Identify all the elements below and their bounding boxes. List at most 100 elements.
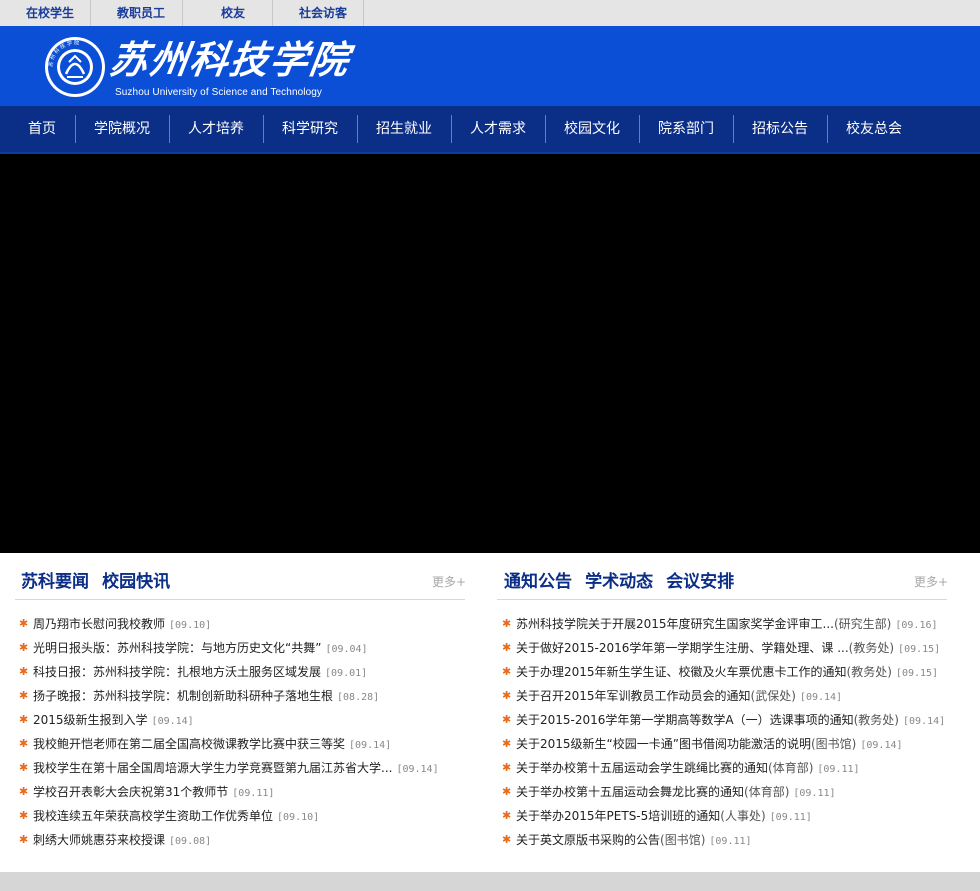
news-item[interactable]: ✱ 刺绣大师姚惠芬来校授课 [09.08] — [19, 828, 479, 852]
notice-item[interactable]: ✱ 关于举办2015年PETS-5培训班的通知(人事处) [09.11] — [502, 804, 972, 828]
footer-strip — [0, 872, 980, 891]
bullet-star-icon: ✱ — [19, 761, 29, 774]
nav-admissions[interactable]: 招生就业 — [376, 106, 432, 152]
notice-item[interactable]: ✱ 关于举办校第十五届运动会舞龙比赛的通知(体育部) [09.11] — [502, 780, 972, 804]
more-notices-link[interactable]: 更多+ — [914, 573, 948, 590]
nav-divider — [639, 115, 640, 143]
notice-item[interactable]: ✱ 关于举办校第十五届运动会学生跳绳比赛的通知(体育部) [09.11] — [502, 756, 972, 780]
top-link-students[interactable]: 在校学生 — [0, 0, 100, 26]
news-item[interactable]: ✱ 我校鲍开恺老师在第二届全国高校微课教学比赛中获三等奖 [09.14] — [19, 732, 479, 756]
notice-title: 苏州科技学院关于开展2015年度研究生国家奖学金评审工... — [516, 617, 834, 631]
tab-academic-events[interactable]: 学术动态 — [585, 567, 653, 592]
notice-item[interactable]: ✱ 苏州科技学院关于开展2015年度研究生国家奖学金评审工...(研究生部) [09… — [502, 612, 972, 636]
notice-title: 关于2015-2016学年第一学期高等数学A（一）选课事项的通知 — [516, 713, 854, 727]
top-link-staff[interactable]: 教职员工 — [91, 0, 191, 26]
nav-about[interactable]: 学院概况 — [94, 106, 150, 152]
news-date: [09.14] — [349, 740, 392, 751]
bullet-star-icon: ✱ — [19, 833, 29, 846]
news-date: [09.04] — [325, 644, 368, 655]
top-link-alumni[interactable]: 校友 — [183, 0, 283, 26]
nav-research[interactable]: 科学研究 — [282, 106, 338, 152]
notice-department: (体育部) — [768, 761, 814, 775]
notice-department: (教务处) — [846, 665, 892, 679]
nav-divider — [263, 115, 264, 143]
tab-meetings[interactable]: 会议安排 — [666, 567, 734, 592]
banner-slideshow[interactable] — [0, 154, 980, 553]
notice-title: 关于2015级新生“校园一卡通”图书借阅功能激活的说明 — [516, 737, 811, 751]
school-emblem-icon[interactable]: 苏州科技学院 — [44, 36, 106, 98]
news-item[interactable]: ✱ 我校连续五年荣获高校学生资助工作优秀单位 [09.10] — [19, 804, 479, 828]
nav-alumni-association[interactable]: 校友总会 — [846, 106, 902, 152]
news-date: [09.08] — [169, 836, 212, 847]
news-title: 刺绣大师姚惠芬来校授课 — [33, 833, 166, 847]
nav-divider — [545, 115, 546, 143]
news-date: [09.14] — [151, 716, 194, 727]
more-news-link[interactable]: 更多+ — [432, 573, 466, 590]
notice-item[interactable]: ✱ 关于2015级新生“校园一卡通”图书借阅功能激活的说明(图书馆) [09.14] — [502, 732, 972, 756]
notice-date: [09.14] — [799, 692, 843, 703]
nav-campus-culture[interactable]: 校园文化 — [564, 106, 620, 152]
notice-item[interactable]: ✱ 关于英文原版书采购的公告(图书馆) [09.11] — [502, 828, 972, 852]
notice-date: [09.15] — [898, 644, 941, 655]
bullet-star-icon: ✱ — [502, 761, 512, 774]
nav-tenders[interactable]: 招标公告 — [752, 106, 808, 152]
news-title: 学校召开表彰大会庆祝第31个教师节 — [33, 785, 229, 799]
nav-home[interactable]: 首页 — [28, 106, 56, 152]
top-link-divider — [363, 0, 364, 26]
news-date: [09.01] — [325, 668, 368, 679]
notice-date: [09.11] — [769, 812, 812, 823]
notice-department: (教务处) — [853, 713, 899, 727]
news-date: [09.14] — [396, 764, 439, 775]
notice-item[interactable]: ✱ 关于做好2015-2016学年第一学期学生注册、学籍处理、课 ...(教务处)… — [502, 636, 972, 660]
school-name-cn[interactable]: 苏州科技学院 — [107, 37, 353, 82]
bullet-star-icon: ✱ — [502, 785, 512, 798]
bullet-star-icon: ✱ — [19, 689, 29, 702]
notice-date: [09.11] — [709, 836, 752, 847]
panel-divider — [15, 599, 465, 600]
news-item[interactable]: ✱ 光明日报头版：苏州科技学院：与地方历史文化“共舞” [09.04] — [19, 636, 479, 660]
bullet-star-icon: ✱ — [502, 665, 512, 678]
news-item[interactable]: ✱ 周乃翔市长慰问我校教师 [09.10] — [19, 612, 479, 636]
nav-divider — [169, 115, 170, 143]
bullet-star-icon: ✱ — [19, 665, 29, 678]
main-nav: 首页 学院概况 人才培养 科学研究 招生就业 人才需求 校园文化 院系部门 招标… — [0, 106, 980, 154]
bullet-star-icon: ✱ — [19, 737, 29, 750]
nav-divider — [451, 115, 452, 143]
news-title: 周乃翔市长慰问我校教师 — [33, 617, 166, 631]
notice-item[interactable]: ✱ 关于召开2015年军训教员工作动员会的通知(武保处) [09.14] — [502, 684, 972, 708]
news-title: 2015级新生报到入学 — [33, 713, 148, 727]
notice-department: (人事处) — [720, 809, 766, 823]
nav-talent[interactable]: 人才需求 — [470, 106, 526, 152]
top-link-visitors[interactable]: 社会访客 — [273, 0, 373, 26]
news-item[interactable]: ✱ 2015级新生报到入学 [09.14] — [19, 708, 479, 732]
notice-date: [09.16] — [895, 620, 938, 631]
bullet-star-icon: ✱ — [502, 737, 512, 750]
news-item[interactable]: ✱ 科技日报：苏州科技学院：扎根地方沃土服务区域发展 [09.01] — [19, 660, 479, 684]
notice-department: (图书馆) — [660, 833, 706, 847]
notice-list: ✱ 苏州科技学院关于开展2015年度研究生国家奖学金评审工...(研究生部) [09… — [502, 612, 972, 852]
nav-divider — [75, 115, 76, 143]
bullet-star-icon: ✱ — [502, 617, 512, 630]
news-item[interactable]: ✱ 学校召开表彰大会庆祝第31个教师节 [09.11] — [19, 780, 479, 804]
news-list: ✱ 周乃翔市长慰问我校教师 [09.10] ✱ 光明日报头版：苏州科技学院：与地方历史… — [19, 612, 479, 852]
bullet-star-icon: ✱ — [502, 809, 512, 822]
news-item[interactable]: ✱ 扬子晚报：苏州科技学院：机制创新助科研种子落地生根 [08.28] — [19, 684, 479, 708]
tab-suke-news[interactable]: 苏科要闻 — [21, 567, 89, 592]
bullet-star-icon: ✱ — [19, 617, 29, 630]
news-title: 光明日报头版：苏州科技学院：与地方历史文化“共舞” — [33, 641, 322, 655]
nav-education[interactable]: 人才培养 — [188, 106, 244, 152]
notice-title: 关于举办校第十五届运动会学生跳绳比赛的通知 — [516, 761, 769, 775]
notice-title: 关于办理2015年新生学生证、校徽及火车票优惠卡工作的通知 — [516, 665, 847, 679]
nav-departments[interactable]: 院系部门 — [658, 106, 714, 152]
notice-item[interactable]: ✱ 关于办理2015年新生学生证、校徽及火车票优惠卡工作的通知(教务处) [09.1… — [502, 660, 972, 684]
notice-title: 关于举办2015年PETS-5培训班的通知 — [516, 809, 721, 823]
nav-divider — [827, 115, 828, 143]
news-item[interactable]: ✱ 我校学生在第十届全国周培源大学生力学竞赛暨第九届江苏省大学... [09.14] — [19, 756, 479, 780]
notice-department: (教务处) — [848, 641, 895, 655]
tab-notices[interactable]: 通知公告 — [504, 567, 572, 592]
notice-item[interactable]: ✱ 关于2015-2016学年第一学期高等数学A（一）选课事项的通知(教务处) [0… — [502, 708, 972, 732]
news-title: 扬子晚报：苏州科技学院：机制创新助科研种子落地生根 — [33, 689, 334, 703]
nav-divider — [357, 115, 358, 143]
news-title: 我校鲍开恺老师在第二届全国高校微课教学比赛中获三等奖 — [33, 737, 346, 751]
tab-campus-news[interactable]: 校园快讯 — [102, 567, 170, 592]
